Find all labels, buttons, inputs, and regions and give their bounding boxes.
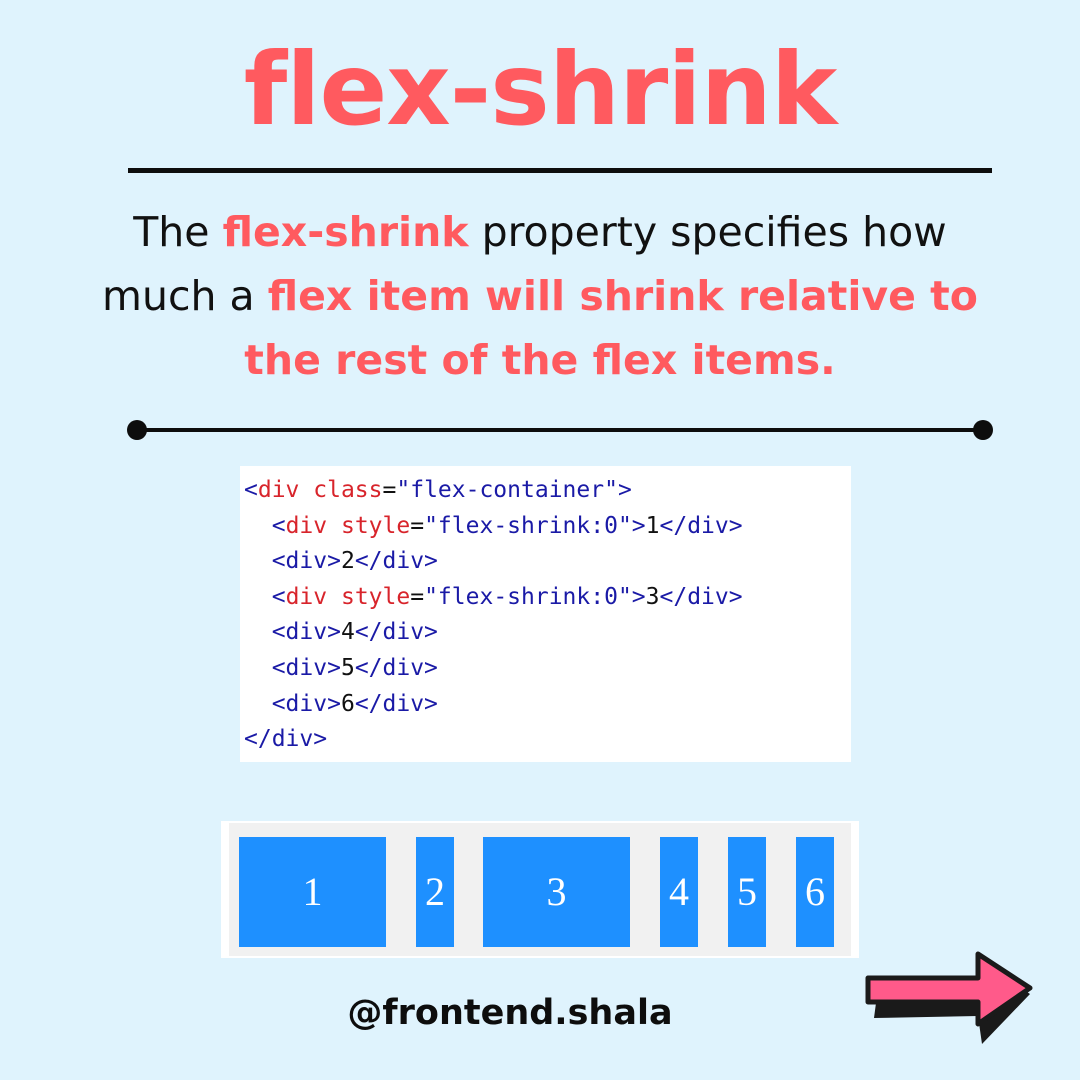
page-title: flex-shrink bbox=[243, 31, 838, 148]
code-line: <div>6</div> bbox=[271, 690, 438, 717]
flex-item-6: 6 bbox=[796, 837, 834, 947]
flex-item-1: 1 bbox=[239, 837, 386, 947]
description-highlight-property: flex-shrink bbox=[222, 208, 469, 256]
right-arrow-icon[interactable] bbox=[860, 948, 1040, 1048]
code-line: <div>2</div> bbox=[271, 548, 438, 575]
flex-demo: 1 2 3 4 5 6 bbox=[221, 821, 859, 958]
flex-item-5: 5 bbox=[728, 837, 766, 947]
code-line: </div> bbox=[244, 726, 328, 753]
divider-dot-right bbox=[973, 420, 993, 440]
code-line: <div style="flex-shrink:0">1</div> bbox=[271, 512, 743, 539]
code-line: <div>5</div> bbox=[271, 654, 438, 681]
flex-container-preview: 1 2 3 4 5 6 bbox=[229, 823, 851, 956]
description-highlight-explanation: flex item will shrink relative to the re… bbox=[244, 272, 978, 384]
description: The flex-shrink property specifies how m… bbox=[80, 200, 1000, 392]
description-text: The bbox=[133, 208, 223, 256]
title-divider bbox=[128, 168, 992, 173]
section-divider bbox=[137, 428, 983, 432]
code-snippet: <div class="flex-container"> <div style=… bbox=[240, 466, 851, 762]
code-line: <div class="flex-container"> bbox=[244, 477, 632, 503]
flex-item-2: 2 bbox=[416, 837, 454, 947]
flex-item-4: 4 bbox=[660, 837, 698, 947]
flex-item-3: 3 bbox=[483, 837, 630, 947]
code-line: <div style="flex-shrink:0">3</div> bbox=[271, 583, 743, 610]
code-line: <div>4</div> bbox=[271, 619, 438, 646]
